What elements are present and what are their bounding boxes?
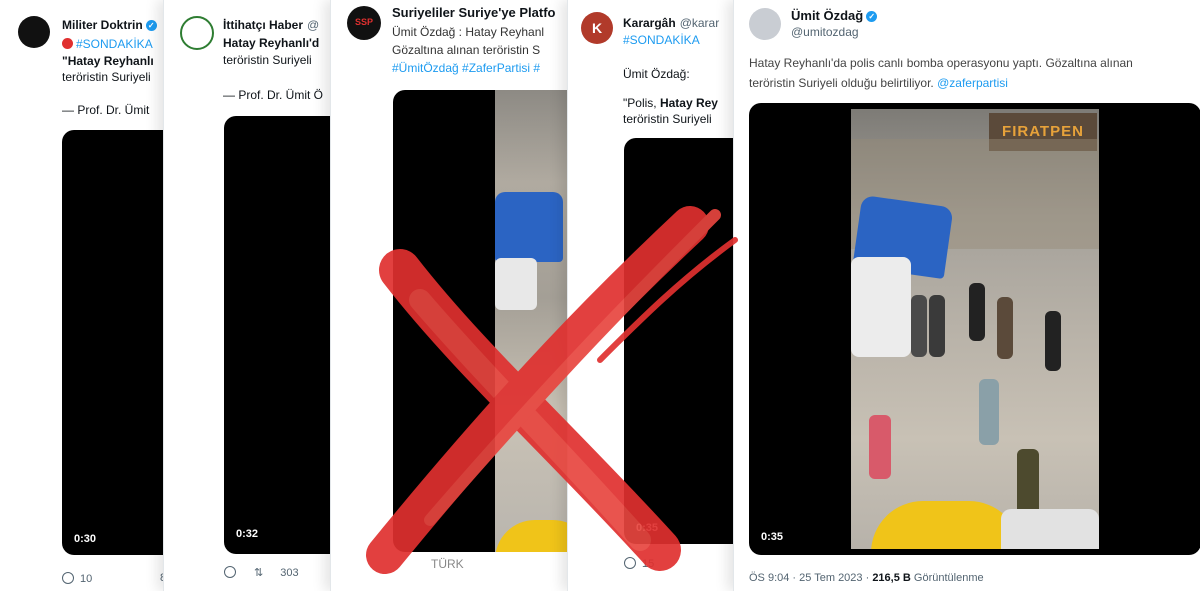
tweet-text-line: teröristin Suriyeli olduğu belirtiliyor.…	[749, 76, 1008, 90]
author-name[interactable]: Karargâh @karar	[623, 16, 719, 30]
person	[929, 295, 945, 357]
reply-icon	[62, 572, 74, 584]
tweet-card-karargah: K Karargâh @karar #SONDAKİKA Ümit Özdağ: …	[567, 0, 750, 591]
hashtag-line[interactable]: #ÜmitÖzdağ #ZaferPartisi #	[392, 61, 540, 75]
video-duration: 0:35	[761, 531, 784, 543]
tweet-text-line: #SONDAKİKA	[62, 37, 153, 51]
white-car	[495, 258, 537, 310]
tweet-text-line: Ümit Özdağ : Hatay Reyhanl	[392, 25, 545, 39]
author-handle[interactable]: @umitozdag	[791, 25, 859, 39]
tweet-card-militer-doktrin: Militer Doktrin ✓ #SONDAKİKA "Hatay Reyha…	[0, 0, 170, 591]
tweet-card-umit-ozdag: Ümit Özdağ ✓ @umitozdag Hatay Reyhanlı'da…	[733, 0, 1200, 591]
red-circle-icon	[62, 38, 73, 49]
reply-count[interactable]: 10	[62, 572, 92, 585]
person	[1045, 311, 1061, 371]
author-name[interactable]: Ümit Özdağ ✓	[791, 8, 878, 23]
avatar[interactable]	[749, 8, 781, 40]
avatar[interactable]	[180, 16, 214, 50]
white-car	[851, 257, 911, 357]
reply-count[interactable]: 15	[624, 557, 654, 570]
video-duration: 0:35	[636, 522, 659, 534]
blue-van	[495, 192, 563, 262]
video-frame-street: FIRATPEN	[851, 109, 1099, 549]
mention-link[interactable]: @zaferpartisi	[937, 76, 1008, 90]
tweet-text-line: "Polis, Hatay Rey	[623, 96, 718, 110]
person	[869, 415, 891, 479]
hashtag[interactable]: #SONDAKİKA	[76, 37, 153, 51]
yellow-umbrella	[871, 501, 1021, 549]
avatar[interactable]	[18, 16, 50, 48]
reply-icon-button[interactable]	[224, 566, 242, 579]
author-name[interactable]: İttihatçı Haber @	[223, 18, 319, 32]
author-name[interactable]: Militer Doktrin ✓	[62, 18, 157, 32]
reply-icon	[624, 557, 636, 569]
watermark-text: TÜRK	[431, 557, 464, 571]
video-player[interactable]: FIRATPEN 0:35	[749, 103, 1200, 555]
white-car-roof	[1001, 509, 1099, 549]
video-duration: 0:32	[236, 528, 259, 540]
tweet-text-line: teröristin Suriyeli	[62, 70, 151, 84]
tweet-text-line: Hatay Reyhanlı'da polis canlı bomba oper…	[749, 56, 1133, 70]
tweet-meta: ÖS 9:04 · 25 Tem 2023 · 216,5 B Görüntül…	[749, 572, 984, 584]
tweet-text-line: teröristin Suriyeli	[623, 112, 712, 126]
tweet-text-line: — Prof. Dr. Ümit Ö	[223, 88, 324, 102]
yellow-umbrella	[495, 520, 571, 552]
video-frame-street	[495, 90, 571, 552]
hashtag[interactable]: #SONDAKİKA	[623, 33, 700, 47]
tweet-text-line: — Prof. Dr. Ümit	[62, 103, 150, 117]
reply-icon	[224, 566, 236, 578]
avatar[interactable]: SSP	[347, 6, 381, 40]
tweet-text-line: teröristin Suriyeli	[223, 53, 312, 67]
tweet-text-line: Ümit Özdağ:	[623, 67, 690, 81]
tweet-text-line: Gözaltına alınan teröristin S	[392, 43, 541, 57]
tweet-card-suriyeliler-platformu: SSP Suriyeliler Suriye'ye Platfo Ümit Öz…	[330, 0, 571, 591]
tweet-card-ittihatci-haber: İttihatçı Haber @ Hatay Reyhanlı'd teröri…	[163, 0, 336, 591]
person	[979, 379, 999, 445]
author-name[interactable]: Suriyeliler Suriye'ye Platfo	[392, 5, 556, 20]
person	[911, 295, 927, 357]
person	[969, 283, 985, 341]
video-player[interactable]	[393, 90, 571, 552]
video-player[interactable]: 0:32	[224, 116, 336, 554]
video-duration: 0:30	[74, 533, 97, 545]
tweet-text-line: Hatay Reyhanlı'd	[223, 36, 320, 50]
tweet-text-line: "Hatay Reyhanlı	[62, 54, 154, 68]
person	[997, 297, 1013, 359]
verified-icon: ✓	[145, 20, 157, 31]
video-player[interactable]: 0:35	[624, 138, 750, 544]
avatar[interactable]: K	[581, 12, 613, 44]
video-player[interactable]: 0:30	[62, 130, 170, 555]
retweet-count[interactable]: ⇅ 303	[254, 566, 299, 579]
verified-icon: ✓	[866, 11, 878, 22]
